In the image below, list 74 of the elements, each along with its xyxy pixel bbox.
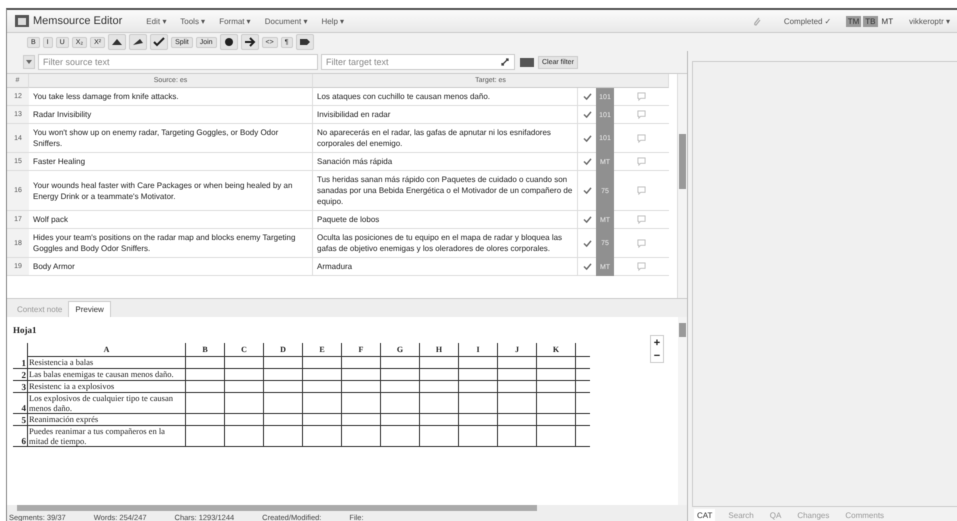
source-cell: Hides your team's positions on the radar map and blocks enemy Targeting Goggles and Body Odor Sniffers. xyxy=(29,229,313,258)
column-letter: A xyxy=(28,343,186,356)
column-letter: J xyxy=(498,343,536,356)
target-cell[interactable]: Invisibilidad en radar xyxy=(313,106,578,124)
sheet-cell: Resistencia a balas xyxy=(28,356,186,368)
menu-item[interactable]: Format ▾ xyxy=(219,16,251,26)
target-cell[interactable]: Paquete de lobos xyxy=(313,211,578,229)
logo-icon xyxy=(15,15,29,27)
column-letter: D xyxy=(264,343,302,356)
source-toggle[interactable]: MT xyxy=(880,16,896,26)
zoom-in-button[interactable]: + xyxy=(651,336,663,349)
sheet-cell: Los explosivos de cualquier tipo te causan menos daño. xyxy=(28,392,186,414)
sheet-title: Hoja1 xyxy=(13,325,38,335)
menu-item[interactable]: Edit ▾ xyxy=(146,16,166,26)
caret-icon xyxy=(26,60,32,64)
target-cell[interactable]: Armadura xyxy=(313,258,578,276)
row-number: 5 xyxy=(13,414,28,426)
arrow-up-icon[interactable] xyxy=(108,34,126,50)
target-cell[interactable]: Los ataques con cuchillo te causan menos daño. xyxy=(313,88,578,106)
scrollbar[interactable] xyxy=(678,317,687,505)
row-number: 1 xyxy=(13,356,28,368)
zoom-out-button[interactable]: − xyxy=(651,349,663,362)
scrollbar[interactable] xyxy=(677,74,687,298)
sheet-cell: Reanimación exprés xyxy=(28,414,186,426)
source-cell: Wolf pack xyxy=(29,211,313,229)
document-status[interactable]: Completed ✓ xyxy=(784,16,832,26)
source-filter-field[interactable]: Filter source text xyxy=(38,54,318,70)
source-cell: Faster Healing xyxy=(29,153,313,171)
panel-tab[interactable]: Preview xyxy=(68,301,111,317)
source-toggle[interactable]: TM xyxy=(846,16,862,26)
check-icon[interactable] xyxy=(582,93,592,100)
sheet-cell: Las balas enemigas te causan menos daño. xyxy=(28,368,186,380)
source-cell: Body Armor xyxy=(29,258,313,276)
target-cell[interactable]: Tus heridas sanan más rápido con Paquetes de cuidado o cuando son sanadas por una Bebida Energética o el Motivador de un compañero de equipo. xyxy=(313,171,578,211)
row-number: 2 xyxy=(13,368,28,380)
source-toggle[interactable]: TB xyxy=(863,16,878,26)
check-icon[interactable] xyxy=(582,216,592,223)
row-number: 6 xyxy=(13,426,28,446)
check-icon[interactable] xyxy=(582,158,592,165)
check-icon[interactable] xyxy=(582,240,592,246)
sheet-cell: Puedes reanimar a tus compañeros en la mitad de tiempo. xyxy=(28,426,186,446)
dropdown-button[interactable] xyxy=(23,55,35,69)
check-icon[interactable] xyxy=(582,111,592,118)
sheet-cell: Resistenc ia a explosivos xyxy=(28,380,186,392)
scrollbar[interactable] xyxy=(7,505,687,511)
user-menu[interactable]: vikkeroptr ▾ xyxy=(909,16,950,26)
row-number: 3 xyxy=(13,380,28,392)
column-letter: G xyxy=(380,343,420,356)
paperclip-icon[interactable] xyxy=(752,15,762,27)
source-cell: Your wounds heal faster with Care Packages or when being healed by an Energy Drink or a teammate's Motivator. xyxy=(29,171,313,211)
menu-item[interactable]: Help ▾ xyxy=(321,16,344,26)
menu-item[interactable]: Tools ▾ xyxy=(180,16,206,26)
column-letter: H xyxy=(420,343,458,356)
column-letter: F xyxy=(342,343,380,356)
column-letter: C xyxy=(224,343,264,356)
side-tab[interactable]: CAT xyxy=(694,508,716,521)
tag-icon[interactable] xyxy=(296,34,314,50)
check-icon[interactable] xyxy=(582,187,592,194)
app-title: Memsource Editor xyxy=(33,15,122,27)
column-letter: I xyxy=(458,343,498,356)
target-cell[interactable]: Sanación más rápida xyxy=(313,153,578,171)
column-letter: B xyxy=(186,343,224,356)
source-cell: You take less damage from knife attacks. xyxy=(29,88,313,106)
target-filter-field[interactable]: Filter target text xyxy=(321,54,515,70)
row-number: 4 xyxy=(13,392,28,414)
column-letter: E xyxy=(302,343,342,356)
column-letter: K xyxy=(536,343,576,356)
target-cell[interactable]: Oculta las posiciones de tu equipo en el mapa de radar y bloquea las gafas de objetivo enemigas y los oleradores de olores corporales. xyxy=(313,229,578,258)
target-cell[interactable]: No aparecerás en el radar, las gafas de apnutar ni los esnifadores corporales del enemigo. xyxy=(313,124,578,153)
source-cell: You won't show up on enemy radar, Targeting Goggles, or Body Odor Sniffers. xyxy=(29,124,313,153)
check-icon[interactable] xyxy=(582,134,592,142)
source-cell: Radar Invisibility xyxy=(29,106,313,124)
check-icon[interactable] xyxy=(582,263,592,270)
menu-item[interactable]: Document ▾ xyxy=(264,16,308,26)
